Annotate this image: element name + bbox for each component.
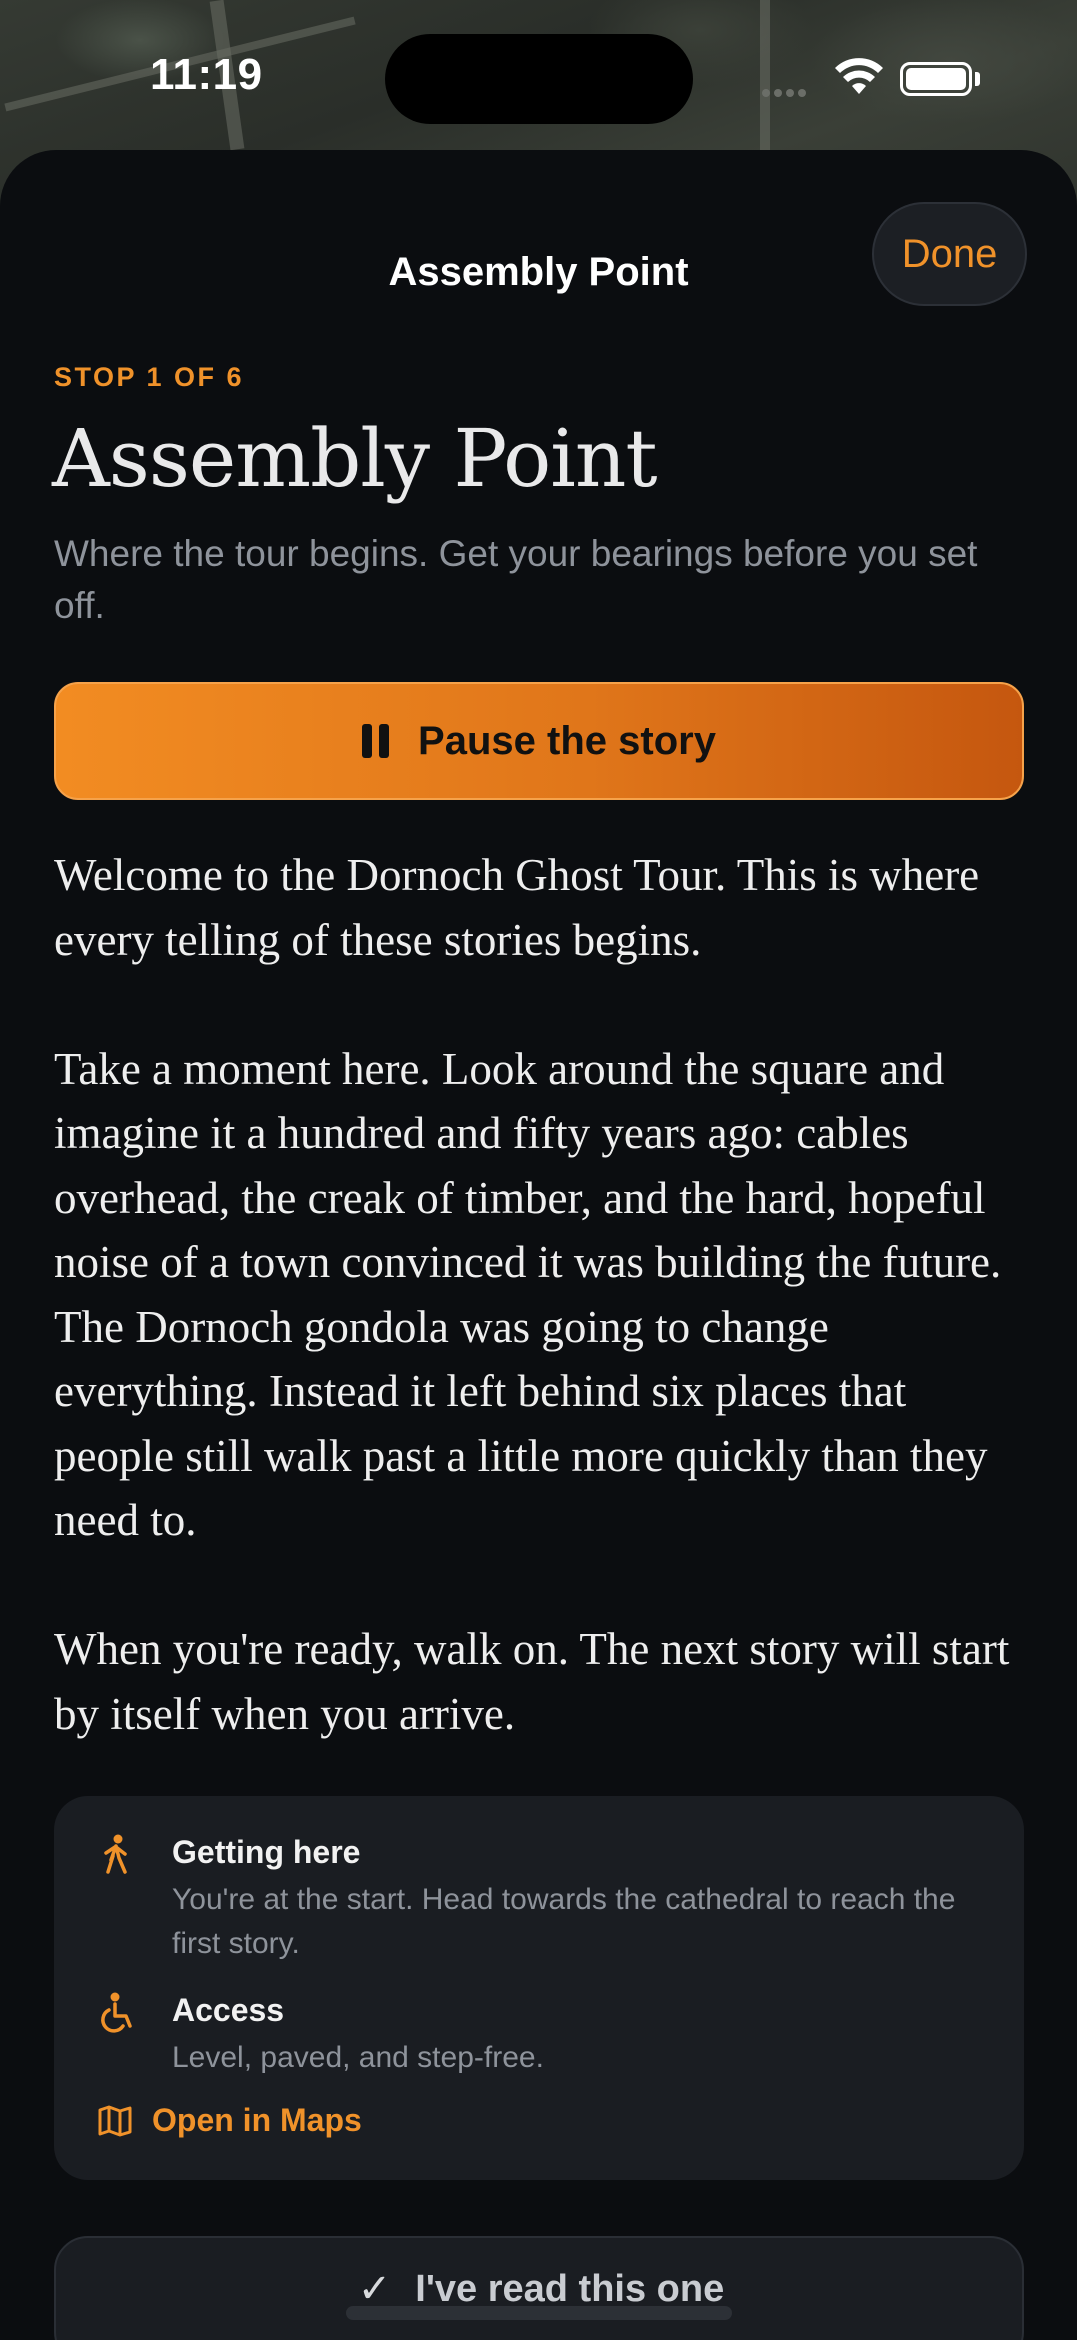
battery-cap: [975, 72, 980, 86]
home-indicator[interactable]: [346, 2306, 732, 2320]
access-text: Level, paved, and step-free.: [172, 2041, 544, 2074]
story-paragraph: When you're ready, walk on. The next sto…: [54, 1624, 1010, 1739]
map-road: [760, 0, 770, 150]
getting-here-text: You're at the start. Head towards the ca…: [172, 1883, 956, 1960]
story-text: Welcome to the Dornoch Ghost Tour. This …: [54, 843, 1034, 1811]
mark-read-label: I've read this one: [415, 2267, 725, 2310]
pause-story-button[interactable]: Pause the story: [54, 682, 1024, 800]
stop-subtitle: Where the tour begins. Get your bearings…: [54, 533, 978, 626]
done-button[interactable]: Done: [872, 202, 1027, 306]
status-time: 11:19: [150, 50, 263, 99]
wifi-icon: [835, 58, 883, 94]
story-paragraph: Welcome to the Dornoch Ghost Tour. This …: [54, 850, 980, 965]
battery-icon: [900, 62, 972, 96]
stop-progress-label: STOP 1 OF 6: [54, 362, 245, 392]
pause-icon: [362, 724, 396, 758]
map-icon: [98, 2105, 132, 2136]
signal-icon: [762, 84, 818, 97]
dynamic-island: [385, 34, 693, 124]
access-title: Access: [172, 1992, 285, 2028]
wheelchair-icon: [101, 1992, 132, 2033]
stop-title: Assembly Point: [52, 412, 658, 505]
story-paragraph: Take a moment here. Look around the squa…: [54, 1043, 1002, 1546]
screen: 11:19 Assembly Point Done STOP 1 OF 6 As…: [0, 0, 1077, 2340]
mark-read-button[interactable]: ✓ I've read this one: [54, 2236, 1024, 2340]
open-in-maps-link[interactable]: Open in Maps: [98, 2102, 362, 2139]
walking-icon: [104, 1834, 127, 1874]
pause-story-label: Pause the story: [418, 718, 716, 763]
open-in-maps-label: Open in Maps: [152, 2102, 362, 2138]
stop-detail-sheet: Assembly Point Done STOP 1 OF 6 Assembly…: [0, 150, 1077, 2340]
info-card: Getting here You're at the start. Head t…: [54, 1796, 1024, 2180]
getting-here-title: Getting here: [172, 1834, 361, 1870]
